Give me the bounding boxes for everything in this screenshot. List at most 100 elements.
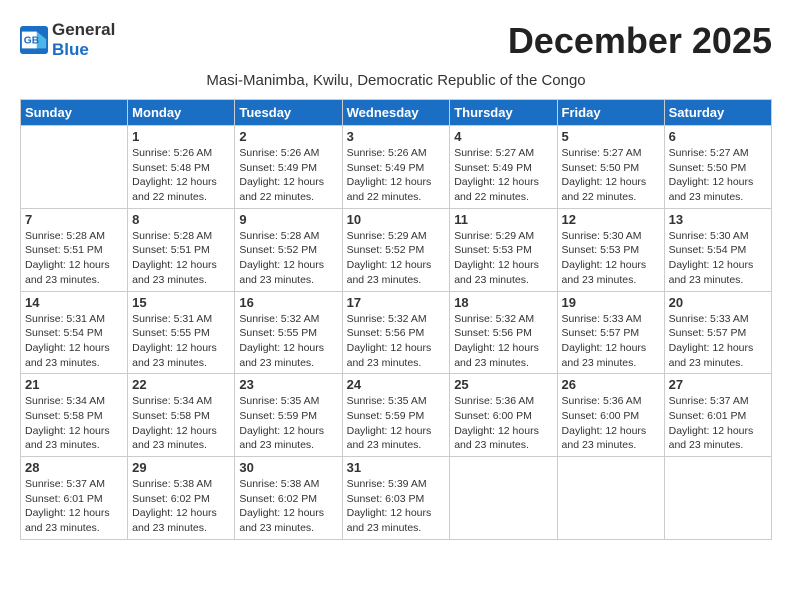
cell-sun-info: Sunrise: 5:30 AMSunset: 5:53 PMDaylight:… bbox=[562, 229, 660, 288]
calendar-cell: 10 Sunrise: 5:29 AMSunset: 5:52 PMDayligh… bbox=[342, 208, 450, 291]
cell-sun-info: Sunrise: 5:26 AMSunset: 5:49 PMDaylight:… bbox=[239, 146, 337, 205]
cell-sun-info: Sunrise: 5:32 AMSunset: 5:56 PMDaylight:… bbox=[347, 312, 446, 371]
calendar-cell: 2 Sunrise: 5:26 AMSunset: 5:49 PMDaylight… bbox=[235, 126, 342, 209]
calendar-cell: 3Sunrise: 5:26 AMSunset: 5:49 PMDaylight… bbox=[342, 126, 450, 209]
calendar-cell: 15Sunrise: 5:31 AMSunset: 5:55 PMDayligh… bbox=[128, 291, 235, 374]
day-number: 28 bbox=[25, 460, 123, 475]
day-number: 2 bbox=[239, 129, 337, 144]
day-number: 24 bbox=[347, 377, 446, 392]
day-number: 19 bbox=[562, 295, 660, 310]
day-number: 29 bbox=[132, 460, 230, 475]
cell-sun-info: Sunrise: 5:37 AMSunset: 6:01 PMDaylight:… bbox=[669, 394, 767, 453]
day-number: 8 bbox=[132, 212, 230, 227]
day-number: 4 bbox=[454, 129, 552, 144]
logo-icon: GB bbox=[20, 26, 48, 54]
calendar-cell bbox=[21, 126, 128, 209]
day-number: 30 bbox=[239, 460, 337, 475]
calendar-cell: 25 Sunrise: 5:36 AMSunset: 6:00 PMDayligh… bbox=[450, 374, 557, 457]
calendar-cell: 20 Sunrise: 5:33 AMSunset: 5:57 PMDayligh… bbox=[664, 291, 771, 374]
calendar-cell: 11 Sunrise: 5:29 AMSunset: 5:53 PMDayligh… bbox=[450, 208, 557, 291]
cell-sun-info: Sunrise: 5:29 AMSunset: 5:52 PMDaylight:… bbox=[347, 229, 446, 288]
day-number: 10 bbox=[347, 212, 446, 227]
logo-text-general: General bbox=[52, 20, 115, 39]
cell-sun-info: Sunrise: 5:33 AMSunset: 5:57 PMDaylight:… bbox=[562, 312, 660, 371]
day-number: 26 bbox=[562, 377, 660, 392]
cell-sun-info: Sunrise: 5:38 AMSunset: 6:02 PMDaylight:… bbox=[132, 477, 230, 536]
calendar-cell: 27 Sunrise: 5:37 AMSunset: 6:01 PMDayligh… bbox=[664, 374, 771, 457]
day-number: 5 bbox=[562, 129, 660, 144]
calendar-cell: 9Sunrise: 5:28 AMSunset: 5:52 PMDaylight… bbox=[235, 208, 342, 291]
day-number: 1 bbox=[132, 129, 230, 144]
calendar-cell: 23 Sunrise: 5:35 AMSunset: 5:59 PMDayligh… bbox=[235, 374, 342, 457]
day-header-wednesday: Wednesday bbox=[342, 100, 450, 126]
cell-sun-info: Sunrise: 5:28 AMSunset: 5:51 PMDaylight:… bbox=[132, 229, 230, 288]
cell-sun-info: Sunrise: 5:34 AMSunset: 5:58 PMDaylight:… bbox=[132, 394, 230, 453]
calendar-cell: 18 Sunrise: 5:32 AMSunset: 5:56 PMDayligh… bbox=[450, 291, 557, 374]
calendar-cell: 16 Sunrise: 5:32 AMSunset: 5:55 PMDayligh… bbox=[235, 291, 342, 374]
cell-sun-info: Sunrise: 5:31 AMSunset: 5:54 PMDaylight:… bbox=[25, 312, 123, 371]
cell-sun-info: Sunrise: 5:37 AMSunset: 6:01 PMDaylight:… bbox=[25, 477, 123, 536]
cell-sun-info: Sunrise: 5:27 AMSunset: 5:50 PMDaylight:… bbox=[562, 146, 660, 205]
cell-sun-info: Sunrise: 5:36 AMSunset: 6:00 PMDaylight:… bbox=[562, 394, 660, 453]
cell-sun-info: Sunrise: 5:34 AMSunset: 5:58 PMDaylight:… bbox=[25, 394, 123, 453]
calendar-cell: 8 Sunrise: 5:28 AMSunset: 5:51 PMDaylight… bbox=[128, 208, 235, 291]
calendar-week-3: 14 Sunrise: 5:31 AMSunset: 5:54 PMDayligh… bbox=[21, 291, 772, 374]
calendar-week-2: 7Sunrise: 5:28 AMSunset: 5:51 PMDaylight… bbox=[21, 208, 772, 291]
day-number: 20 bbox=[669, 295, 767, 310]
calendar-cell: 22Sunrise: 5:34 AMSunset: 5:58 PMDayligh… bbox=[128, 374, 235, 457]
calendar-table: SundayMondayTuesdayWednesdayThursdayFrid… bbox=[20, 99, 772, 540]
day-number: 21 bbox=[25, 377, 123, 392]
day-header-tuesday: Tuesday bbox=[235, 100, 342, 126]
calendar-cell bbox=[450, 457, 557, 540]
calendar-cell: 17 Sunrise: 5:32 AMSunset: 5:56 PMDayligh… bbox=[342, 291, 450, 374]
day-header-saturday: Saturday bbox=[664, 100, 771, 126]
logo-text-blue: Blue bbox=[52, 40, 89, 59]
cell-sun-info: Sunrise: 5:29 AMSunset: 5:53 PMDaylight:… bbox=[454, 229, 552, 288]
calendar-cell: 14 Sunrise: 5:31 AMSunset: 5:54 PMDayligh… bbox=[21, 291, 128, 374]
cell-sun-info: Sunrise: 5:36 AMSunset: 6:00 PMDaylight:… bbox=[454, 394, 552, 453]
month-title: December 2025 bbox=[508, 20, 772, 62]
cell-sun-info: Sunrise: 5:31 AMSunset: 5:55 PMDaylight:… bbox=[132, 312, 230, 371]
day-number: 13 bbox=[669, 212, 767, 227]
calendar-cell: 12 Sunrise: 5:30 AMSunset: 5:53 PMDayligh… bbox=[557, 208, 664, 291]
day-number: 11 bbox=[454, 212, 552, 227]
cell-sun-info: Sunrise: 5:33 AMSunset: 5:57 PMDaylight:… bbox=[669, 312, 767, 371]
calendar-cell: 26 Sunrise: 5:36 AMSunset: 6:00 PMDayligh… bbox=[557, 374, 664, 457]
day-number: 12 bbox=[562, 212, 660, 227]
calendar-cell: 31 Sunrise: 5:39 AMSunset: 6:03 PMDayligh… bbox=[342, 457, 450, 540]
calendar-cell: 6Sunrise: 5:27 AMSunset: 5:50 PMDaylight… bbox=[664, 126, 771, 209]
cell-sun-info: Sunrise: 5:28 AMSunset: 5:51 PMDaylight:… bbox=[25, 229, 123, 288]
cell-sun-info: Sunrise: 5:32 AMSunset: 5:56 PMDaylight:… bbox=[454, 312, 552, 371]
month-title-block: December 2025 bbox=[508, 20, 772, 62]
cell-sun-info: Sunrise: 5:32 AMSunset: 5:55 PMDaylight:… bbox=[239, 312, 337, 371]
cell-sun-info: Sunrise: 5:27 AMSunset: 5:49 PMDaylight:… bbox=[454, 146, 552, 205]
day-number: 18 bbox=[454, 295, 552, 310]
day-number: 27 bbox=[669, 377, 767, 392]
header-row: SundayMondayTuesdayWednesdayThursdayFrid… bbox=[21, 100, 772, 126]
calendar-cell: 7Sunrise: 5:28 AMSunset: 5:51 PMDaylight… bbox=[21, 208, 128, 291]
calendar-cell: 21 Sunrise: 5:34 AMSunset: 5:58 PMDayligh… bbox=[21, 374, 128, 457]
day-number: 17 bbox=[347, 295, 446, 310]
calendar-cell: 4 Sunrise: 5:27 AMSunset: 5:49 PMDaylight… bbox=[450, 126, 557, 209]
logo: GB General Blue bbox=[20, 20, 115, 60]
calendar-cell: 5 Sunrise: 5:27 AMSunset: 5:50 PMDaylight… bbox=[557, 126, 664, 209]
cell-sun-info: Sunrise: 5:39 AMSunset: 6:03 PMDaylight:… bbox=[347, 477, 446, 536]
cell-sun-info: Sunrise: 5:38 AMSunset: 6:02 PMDaylight:… bbox=[239, 477, 337, 536]
calendar-cell: 29 Sunrise: 5:38 AMSunset: 6:02 PMDayligh… bbox=[128, 457, 235, 540]
calendar-cell bbox=[557, 457, 664, 540]
day-number: 6 bbox=[669, 129, 767, 144]
day-number: 23 bbox=[239, 377, 337, 392]
cell-sun-info: Sunrise: 5:35 AMSunset: 5:59 PMDaylight:… bbox=[239, 394, 337, 453]
day-number: 25 bbox=[454, 377, 552, 392]
calendar-cell bbox=[664, 457, 771, 540]
day-number: 14 bbox=[25, 295, 123, 310]
day-number: 31 bbox=[347, 460, 446, 475]
day-number: 16 bbox=[239, 295, 337, 310]
location-title: Masi-Manimba, Kwilu, Democratic Republic… bbox=[20, 72, 772, 89]
calendar-cell: 30 Sunrise: 5:38 AMSunset: 6:02 PMDayligh… bbox=[235, 457, 342, 540]
calendar-cell: 28 Sunrise: 5:37 AMSunset: 6:01 PMDayligh… bbox=[21, 457, 128, 540]
day-number: 3 bbox=[347, 129, 446, 144]
svg-text:GB: GB bbox=[24, 36, 39, 47]
cell-sun-info: Sunrise: 5:28 AMSunset: 5:52 PMDaylight:… bbox=[239, 229, 337, 288]
day-header-monday: Monday bbox=[128, 100, 235, 126]
